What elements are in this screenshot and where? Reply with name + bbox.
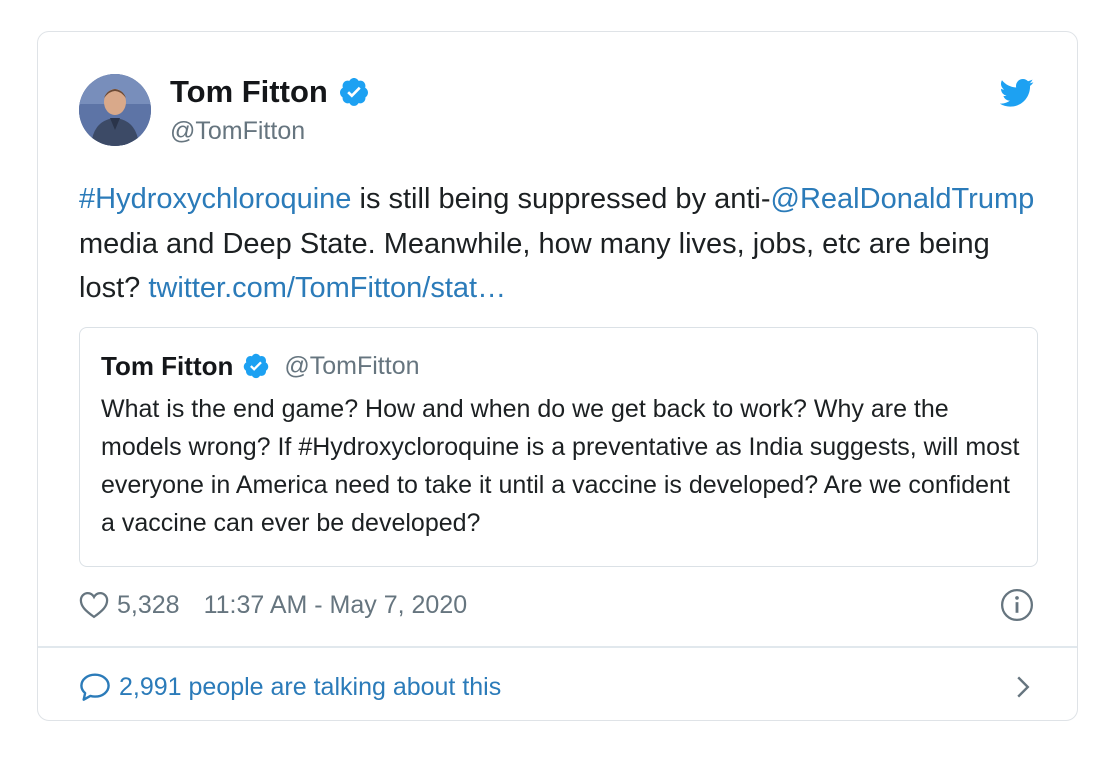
author-name-row[interactable]: Tom Fitton [170,72,370,112]
quoted-tweet[interactable]: Tom Fitton @TomFitton What is the end ga… [79,327,1038,567]
verified-badge-icon [244,353,269,379]
quoted-tweet-text: What is the end game? How and when do we… [101,395,1020,537]
conversation-label[interactable]: 2,991 people are talking about this [119,673,501,702]
hashtag-link[interactable]: #Hydroxychloroquine [79,183,351,215]
verified-badge-icon [339,78,368,106]
like-count[interactable]: 5,328 [117,591,180,620]
avatar[interactable] [79,74,151,146]
quoted-tweet-header: Tom Fitton @TomFitton [101,348,420,384]
tweet-text-segment: is still being suppressed by anti- [351,183,771,215]
twitter-bird-icon[interactable] [1000,78,1034,108]
info-icon[interactable] [1000,588,1034,622]
chevron-right-icon[interactable] [1015,675,1031,699]
timestamp[interactable]: 11:37 AM - May 7, 2020 [204,591,468,620]
author-handle[interactable]: @TomFitton [170,114,370,148]
divider [38,646,1077,648]
quoted-author-handle: @TomFitton [284,351,420,380]
tweet-card: Tom Fitton @TomFitton #Hydroxychloroquin… [37,31,1078,721]
mention-link[interactable]: @RealDonaldTrump [771,183,1035,215]
tweet-text: #Hydroxychloroquine is still being suppr… [79,177,1039,311]
quoted-tweet-url-link[interactable]: twitter.com/TomFitton/stat… [148,272,506,304]
speech-bubble-icon [80,673,110,701]
author-name[interactable]: Tom Fitton [170,72,328,112]
quoted-author-name: Tom Fitton [101,350,234,381]
tweet-meta: 5,328 11:37 AM - May 7, 2020 [79,587,1047,623]
author-block: Tom Fitton @TomFitton [170,72,370,148]
conversation-link[interactable]: 2,991 people are talking about this [79,667,1047,707]
heart-icon[interactable] [79,591,109,619]
tweet-header: Tom Fitton @TomFitton [79,72,1047,147]
